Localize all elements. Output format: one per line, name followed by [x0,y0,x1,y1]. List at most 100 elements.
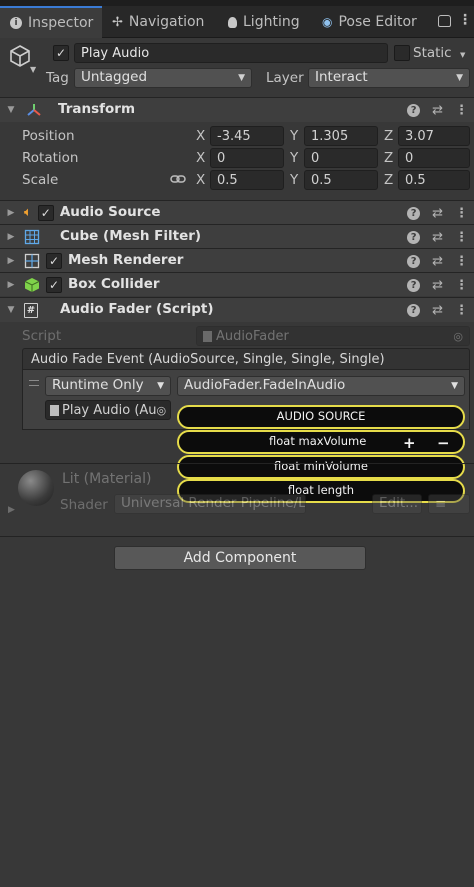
eye-icon: ◉ [322,15,333,29]
function-dropdown[interactable]: AudioFader.FadeInAudio ▼ [177,376,465,396]
position-x-value: -3.45 [217,128,251,144]
script-value: AudioFader [216,328,289,344]
transform-header[interactable]: ▼ Transform ? ⇄ ⋮ [0,97,474,122]
presets-sliders-icon[interactable]: ⇄ [432,103,443,118]
info-icon: i [10,17,22,29]
mesh-renderer-header[interactable]: ▶ ✓ Mesh Renderer ? ⇄ ⋮ [0,248,474,272]
context-menu-icon[interactable]: ⋮ [455,254,468,269]
context-menu-icon[interactable]: ⋮ [455,230,468,245]
static-checkbox[interactable] [394,45,410,61]
chevron-down-icon: ▼ [456,73,463,83]
chevron-down-icon: ▼ [238,73,245,83]
tab-label: Pose Editor [338,14,417,30]
max-volume-annotation: float maxVolume + − [177,430,465,454]
constrain-proportions-link-icon[interactable] [170,173,186,185]
static-dropdown-arrow-icon[interactable]: ▼ [460,52,465,59]
foldout-collapsed-icon[interactable]: ▶ [6,256,16,266]
tag-dropdown[interactable]: Untagged ▼ [74,68,252,88]
foldout-collapsed-icon[interactable]: ▶ [6,280,16,290]
unity-event-header: Audio Fade Event (AudioSource, Single, S… [22,348,470,370]
audio-fader-header[interactable]: ▼ # Audio Fader (Script) ? ⇄ ⋮ [0,297,474,322]
audio-source-title: Audio Source [59,203,161,220]
shader-dropdown[interactable]: Universal Render Pipeline/Lit [114,494,306,514]
position-z-field[interactable]: 3.07 [398,126,470,146]
scale-x-axis-label[interactable]: X [196,173,205,188]
rotation-z-field[interactable]: 0 [398,148,470,168]
context-menu-icon[interactable]: ⋮ [455,303,468,318]
presets-sliders-icon[interactable]: ⇄ [432,230,443,245]
kebab-menu-icon[interactable]: ⋮ [458,13,472,27]
help-icon[interactable]: ? [407,304,421,317]
help-icon[interactable]: ? [407,230,421,244]
box-collider-enabled-checkbox[interactable]: ✓ [46,276,62,293]
scale-z-axis-label[interactable]: Z [384,173,393,188]
active-checkbox[interactable]: ✓ [53,45,69,61]
object-name-field[interactable]: Play Audio [74,43,388,63]
runtime-mode-dropdown[interactable]: Runtime Only ▼ [45,376,171,396]
rotation-z-axis-label[interactable]: Z [384,151,393,166]
position-z-axis-label[interactable]: Z [384,129,393,144]
drag-handle-icon[interactable] [29,380,39,386]
position-y-field[interactable]: 1.305 [304,126,378,146]
add-component-button[interactable]: Add Component [114,546,366,570]
object-picker-icon[interactable]: ◎ [157,404,167,417]
context-menu-icon[interactable]: ⋮ [455,278,468,293]
icon-dropdown-arrow-icon[interactable]: ▼ [30,66,36,74]
presets-sliders-icon[interactable]: ⇄ [432,206,443,221]
audio-fader-title: Audio Fader (Script) [60,301,214,318]
box-collider-header[interactable]: ▶ ✓ Box Collider ? ⇄ ⋮ [0,272,474,296]
gameobject-cube-icon[interactable] [8,44,32,68]
scale-y-axis-label[interactable]: Y [290,173,298,188]
lock-icon[interactable] [438,15,451,27]
context-menu-icon[interactable]: ⋮ [455,206,468,221]
tab-inspector[interactable]: i Inspector [0,6,102,38]
tab-label: Inspector [28,15,94,31]
rotation-x-axis-label[interactable]: X [196,151,205,166]
help-icon[interactable]: ? [407,206,421,220]
context-menu-icon[interactable]: ⋮ [455,103,468,118]
rotation-y-axis-label[interactable]: Y [290,151,298,166]
layer-dropdown[interactable]: Interact ▼ [308,68,470,88]
shader-options-dropdown[interactable]: ≡ [428,494,470,514]
foldout-expanded-icon[interactable]: ▼ [6,105,16,115]
position-y-axis-label[interactable]: Y [290,129,298,144]
presets-sliders-icon[interactable]: ⇄ [432,254,443,269]
foldout-expanded-icon[interactable]: ▼ [6,305,16,315]
annotation-text: float maxVolume [269,434,367,449]
audio-source-header[interactable]: ▶ 🔈︎ ✓ Audio Source ? ⇄ ⋮ [0,200,474,224]
mesh-filter-title: Cube (Mesh Filter) [60,227,202,244]
chevron-down-icon: ▼ [451,381,458,391]
rotation-y-field[interactable]: 0 [304,148,378,168]
target-object-value: Play Audio (Au [62,402,157,418]
add-listener-button[interactable]: + [403,436,416,451]
remove-listener-button[interactable]: − [437,436,450,451]
position-x-field[interactable]: -3.45 [210,126,284,146]
tab-pose-editor[interactable]: ◉ Pose Editor [322,6,424,38]
help-icon[interactable]: ? [407,104,421,117]
foldout-collapsed-icon[interactable]: ▶ [6,208,16,218]
target-object-field[interactable]: Play Audio (Au ◎ [45,400,171,420]
foldout-collapsed-icon[interactable]: ▶ [6,232,16,242]
position-x-axis-label[interactable]: X [196,129,205,144]
position-z-value: 3.07 [405,128,434,144]
shader-edit-button[interactable]: Edit... [372,494,422,514]
object-picker-icon: ◎ [453,329,463,343]
presets-sliders-icon[interactable]: ⇄ [432,303,443,318]
help-icon[interactable]: ? [407,278,421,292]
scale-y-field[interactable]: 0.5 [304,170,378,190]
gameobject-file-icon [50,404,59,416]
foldout-collapsed-icon[interactable]: ▶ [8,506,15,515]
scale-x-field[interactable]: 0.5 [210,170,284,190]
mesh-filter-header[interactable]: ▶ Cube (Mesh Filter) ? ⇄ ⋮ [0,224,474,248]
help-icon[interactable]: ? [407,254,421,268]
tab-navigation[interactable]: ✢ Navigation [112,6,216,38]
mesh-renderer-enabled-checkbox[interactable]: ✓ [46,252,62,269]
presets-sliders-icon[interactable]: ⇄ [432,278,443,293]
annotation-text: AUDIO SOURCE [276,409,366,424]
audio-source-enabled-checkbox[interactable]: ✓ [37,204,54,221]
scale-z-field[interactable]: 0.5 [398,170,470,190]
position-label: Position [22,128,75,144]
speaker-icon: 🔈︎ [24,205,32,220]
tab-lighting[interactable]: Lighting [228,6,318,38]
rotation-x-field[interactable]: 0 [210,148,284,168]
